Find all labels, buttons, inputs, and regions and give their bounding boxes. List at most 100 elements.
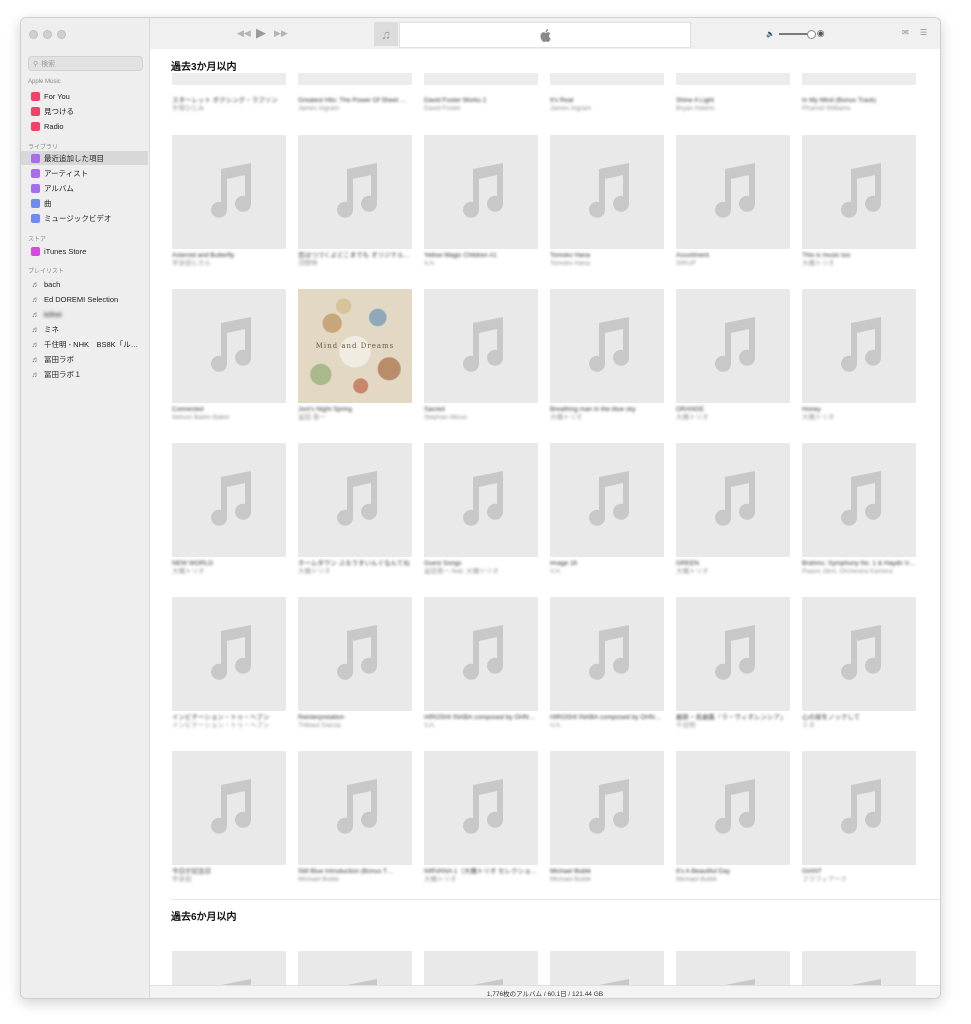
- album-tile[interactable]: 恋はつづくよどこまでも オリジナル・サウンドトラック河野伸: [298, 135, 412, 268]
- album-artwork[interactable]: [676, 951, 790, 985]
- album-tile[interactable]: [550, 951, 664, 985]
- album-tile[interactable]: [298, 951, 412, 985]
- album-artwork[interactable]: [802, 597, 916, 711]
- album-tile[interactable]: Breathing man in the blue sky 大橋トリオ: [550, 289, 664, 422]
- up-next-icon[interactable]: ☰: [920, 28, 927, 37]
- album-tile[interactable]: Asteroid and Butterfly 宇多田ヒカル: [172, 135, 286, 268]
- album-tile[interactable]: Assortment SIRUP: [676, 135, 790, 268]
- album-artwork[interactable]: [676, 135, 790, 249]
- album-artwork[interactable]: [298, 751, 412, 865]
- sidebar-playlist-item[interactable]: ♬ ミネ: [21, 322, 148, 336]
- album-tile[interactable]: Image 16 V.A.: [550, 443, 664, 576]
- album-tile[interactable]: Connected Nelson Babin-Baker: [172, 289, 286, 422]
- album-artwork-partial[interactable]: [298, 73, 412, 85]
- album-artwork[interactable]: [802, 443, 916, 557]
- album-artwork-partial[interactable]: [676, 73, 790, 85]
- album-tile[interactable]: 最新・名曲集「ラ・ヴィオレンシア」 千住明: [676, 597, 790, 730]
- album-tile[interactable]: GREEN 大橋トリオ: [676, 443, 790, 576]
- album-tile[interactable]: It's A Beautiful Day Michael Bublé: [676, 751, 790, 884]
- album-artwork[interactable]: [424, 951, 538, 985]
- album-tile[interactable]: GIANT ブラフィアーク: [802, 751, 916, 884]
- album-tile[interactable]: David Foster Works 2 David Foster: [424, 94, 538, 113]
- album-tile[interactable]: [424, 951, 538, 985]
- sidebar-playlist-item[interactable]: ♬ kōhei: [21, 307, 148, 321]
- album-tile[interactable]: Michael Bublé Michael Bublé: [550, 751, 664, 884]
- sidebar-playlist-item[interactable]: ♬ bach: [21, 277, 148, 291]
- album-artwork[interactable]: [550, 135, 664, 249]
- album-tile[interactable]: Reinterpretation Thibaut Garcia: [298, 597, 412, 730]
- sidebar-library-item[interactable]: アルバム: [21, 181, 148, 195]
- album-artwork[interactable]: [802, 289, 916, 403]
- album-artwork-partial[interactable]: [802, 73, 916, 85]
- album-artwork[interactable]: Mind and Dreams: [298, 289, 412, 403]
- album-artwork[interactable]: [550, 443, 664, 557]
- sidebar-library-item[interactable]: 曲: [21, 196, 148, 210]
- album-tile[interactable]: Shine A Light Bryan Adams: [676, 94, 790, 113]
- search-input[interactable]: ⚲ 検索: [28, 56, 143, 71]
- album-tile[interactable]: This is music too 大橋トリオ: [802, 135, 916, 268]
- album-artwork[interactable]: [550, 751, 664, 865]
- album-tile[interactable]: インビテーション・トゥ・ヘブン インビテーション・トゥ・ヘブン: [172, 597, 286, 730]
- album-tile[interactable]: 心の扉をノックして ミネ: [802, 597, 916, 730]
- album-tile[interactable]: In My Mind (Bonus Track) Pharrell William…: [802, 94, 916, 113]
- album-artwork[interactable]: [172, 289, 286, 403]
- volume-control[interactable]: 🔈 ◉: [766, 28, 825, 39]
- album-artwork[interactable]: [424, 289, 538, 403]
- album-artwork[interactable]: [298, 443, 412, 557]
- sidebar-library-item[interactable]: ミュージックビデオ: [21, 211, 148, 225]
- album-artwork[interactable]: [676, 289, 790, 403]
- sidebar-apple-music-item[interactable]: 見つける: [21, 104, 148, 118]
- now-playing-artwork[interactable]: ♫: [374, 22, 398, 46]
- volume-knob[interactable]: [806, 29, 816, 39]
- album-tile[interactable]: [676, 951, 790, 985]
- sidebar-library-item[interactable]: アーティスト: [21, 166, 148, 180]
- album-artwork-partial[interactable]: [550, 73, 664, 85]
- album-artwork[interactable]: [802, 751, 916, 865]
- album-tile[interactable]: Still Blue Introduction (Bonus T… Michael…: [298, 751, 412, 884]
- album-artwork[interactable]: [676, 597, 790, 711]
- album-tile[interactable]: 今日が記念日 宇多田: [172, 751, 286, 884]
- album-tile[interactable]: Honey 大橋トリオ: [802, 289, 916, 422]
- album-artwork[interactable]: [298, 951, 412, 985]
- close-button[interactable]: [29, 30, 38, 39]
- album-artwork[interactable]: [424, 135, 538, 249]
- album-tile[interactable]: HIROSHI INABA composed by OHNUKI KEIKO (…: [424, 597, 538, 730]
- album-tile[interactable]: NIRVANA 1（大橋トリオ セレクション） 大橋トリオ: [424, 751, 538, 884]
- sidebar-playlist-item[interactable]: ♬ 冨田ラボ: [21, 352, 148, 366]
- sidebar-apple-music-item[interactable]: Radio: [21, 119, 148, 133]
- sidebar-playlist-item[interactable]: ♬ 千住明 - NHK BS8K「ル…: [21, 337, 148, 351]
- fast-forward-icon[interactable]: ▶▶: [274, 28, 288, 39]
- sidebar-apple-music-item[interactable]: For You: [21, 89, 148, 103]
- album-tile[interactable]: Sacred Stephan Micus: [424, 289, 538, 422]
- album-artwork[interactable]: [424, 597, 538, 711]
- album-tile[interactable]: Tomoko Hana Tomoko Hana: [550, 135, 664, 268]
- album-tile[interactable]: Guest Songs 冨田恵一 feat. 大橋トリオ: [424, 443, 538, 576]
- album-artwork-partial[interactable]: [424, 73, 538, 85]
- album-artwork[interactable]: [172, 751, 286, 865]
- album-tile[interactable]: ホームタウン ぶるうすいんぐなんてね 大橋トリオ: [298, 443, 412, 576]
- album-tile[interactable]: [172, 951, 286, 985]
- album-artwork[interactable]: [172, 951, 286, 985]
- minimize-button[interactable]: [43, 30, 52, 39]
- rewind-icon[interactable]: ◀◀: [237, 28, 251, 39]
- album-artwork[interactable]: [550, 289, 664, 403]
- play-icon[interactable]: ▶: [256, 25, 266, 41]
- sidebar-playlist-item[interactable]: ♬ 冨田ラボ１: [21, 367, 148, 381]
- album-tile[interactable]: ORANGE 大橋トリオ: [676, 289, 790, 422]
- lyrics-icon[interactable]: ✉: [902, 28, 909, 37]
- album-artwork[interactable]: [172, 443, 286, 557]
- album-artwork[interactable]: [172, 135, 286, 249]
- album-artwork[interactable]: [298, 597, 412, 711]
- album-artwork[interactable]: [676, 751, 790, 865]
- album-tile[interactable]: It's Real James Ingram: [550, 94, 664, 113]
- album-artwork[interactable]: [424, 751, 538, 865]
- sidebar-library-item[interactable]: 最近追加した項目: [21, 151, 148, 165]
- album-tile[interactable]: Yellow Magic Children #1 V.A.: [424, 135, 538, 268]
- album-tile[interactable]: NEW WORLD 大橋トリオ: [172, 443, 286, 576]
- album-tile[interactable]: HIROSHI INABA composed by OHNUKI KEIKO (…: [550, 597, 664, 730]
- album-tile[interactable]: Greatest Hits: The Power Of Sheet Music J…: [298, 94, 412, 113]
- album-tile[interactable]: [802, 951, 916, 985]
- album-artwork[interactable]: [298, 135, 412, 249]
- album-artwork[interactable]: [802, 951, 916, 985]
- album-artwork[interactable]: [676, 443, 790, 557]
